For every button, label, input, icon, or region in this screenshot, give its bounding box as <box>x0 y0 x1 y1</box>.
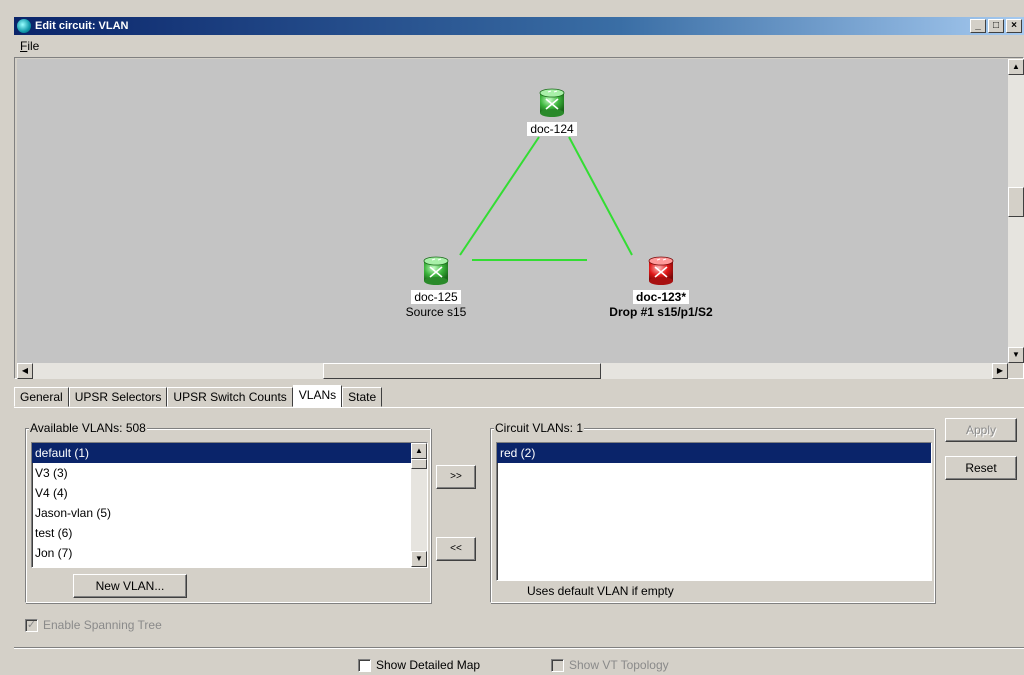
show-detailed-map-checkbox[interactable]: Show Detailed Map <box>358 658 480 672</box>
tab-vlans[interactable]: VLANs <box>292 385 343 408</box>
circuit-map[interactable]: doc-124 doc-125 Source s15 doc-123* Drop… <box>17 59 1008 363</box>
available-vlans-scrollbar[interactable]: ▲ ▼ <box>411 443 427 567</box>
minimize-button[interactable]: _ <box>970 19 986 33</box>
checkbox-label: Enable Spanning Tree <box>43 618 162 632</box>
list-item[interactable]: red (2) <box>497 443 931 463</box>
circuit-vlans-group: Circuit VLANs: 1 red (2) Uses default VL… <box>490 421 935 603</box>
node-label: doc-124 <box>527 122 577 136</box>
list-scroll-thumb[interactable] <box>411 459 427 469</box>
router-icon <box>648 256 674 285</box>
node-sublabel: Source s15 <box>405 305 467 319</box>
circuit-vlans-hint: Uses default VLAN if empty <box>527 584 674 598</box>
tab-strip: General UPSR Selectors UPSR Switch Count… <box>14 385 383 408</box>
node-label: doc-123* <box>632 290 690 304</box>
tab-upsr-selectors[interactable]: UPSR Selectors <box>68 387 168 407</box>
node-label: doc-125 <box>411 290 461 304</box>
router-icon <box>423 256 449 285</box>
scroll-up-button[interactable]: ▲ <box>1008 59 1024 75</box>
list-item[interactable]: Jon (7) <box>32 543 427 563</box>
menu-bar: File <box>14 36 1024 56</box>
window-title: Edit circuit: VLAN <box>35 20 129 32</box>
add-vlan-button[interactable]: >> <box>436 465 476 489</box>
tab-state[interactable]: State <box>342 387 383 407</box>
node-doc-125[interactable]: doc-125 Source s15 <box>381 256 491 320</box>
list-item[interactable]: V3 (3) <box>32 463 427 483</box>
available-vlans-list[interactable]: default (1) V3 (3) V4 (4) Jason-vlan (5)… <box>31 442 428 568</box>
circuit-vlans-list[interactable]: red (2) <box>496 442 932 581</box>
edit-circuit-window: Edit circuit: VLAN _ □ × File doc-124 do… <box>0 0 1024 675</box>
available-vlans-title: Available VLANs: 508 <box>29 421 147 435</box>
scroll-down-button[interactable]: ▼ <box>411 551 427 567</box>
app-icon <box>17 19 31 33</box>
list-item[interactable]: V4 (4) <box>32 483 427 503</box>
list-item[interactable]: Jason-vlan (5) <box>32 503 427 523</box>
scroll-down-button[interactable]: ▼ <box>1008 347 1024 363</box>
node-doc-124[interactable]: doc-124 <box>497 88 607 136</box>
menu-file[interactable]: File <box>14 39 45 53</box>
close-button[interactable]: × <box>1006 19 1022 33</box>
window-controls: _ □ × <box>968 19 1022 33</box>
tab-upsr-switch-counts[interactable]: UPSR Switch Counts <box>167 387 293 407</box>
circuit-vlans-title: Circuit VLANs: 1 <box>494 421 585 435</box>
list-item[interactable]: default (1) <box>32 443 427 463</box>
circuit-map-frame: doc-124 doc-125 Source s15 doc-123* Drop… <box>14 57 1024 379</box>
map-horizontal-scrollbar[interactable]: ◀ ▶ <box>17 363 1008 379</box>
maximize-button[interactable]: □ <box>988 19 1004 33</box>
checkbox-box <box>551 658 564 672</box>
checkbox-box <box>358 658 371 672</box>
node-sublabel: Drop #1 s15/p1/S2 <box>609 305 713 319</box>
checkbox-label: Show Detailed Map <box>376 658 481 672</box>
horizontal-scroll-thumb[interactable] <box>323 363 601 379</box>
scroll-up-button[interactable]: ▲ <box>411 443 427 459</box>
link-doc124-doc123 <box>568 136 633 256</box>
scroll-left-button[interactable]: ◀ <box>17 363 33 379</box>
remove-vlan-button[interactable]: << <box>436 537 476 561</box>
vertical-scroll-thumb[interactable] <box>1008 187 1024 217</box>
bottom-bar: Show Detailed Map Show VT Topology <box>14 647 1024 675</box>
apply-button[interactable]: Apply <box>945 418 1017 442</box>
title-bar[interactable]: Edit circuit: VLAN _ □ × <box>14 17 1024 35</box>
list-item[interactable]: test (6) <box>32 523 427 543</box>
show-vt-topology-checkbox[interactable]: Show VT Topology <box>551 658 669 672</box>
enable-spanning-tree-checkbox[interactable]: ✓ Enable Spanning Tree <box>25 618 162 632</box>
checkbox-box: ✓ <box>25 618 38 632</box>
vlans-panel: Available VLANs: 508 default (1) V3 (3) … <box>14 407 1024 647</box>
map-vertical-scrollbar[interactable]: ▲ ▼ <box>1008 59 1024 363</box>
new-vlan-button[interactable]: New VLAN... <box>73 574 187 598</box>
checkbox-label: Show VT Topology <box>569 658 669 672</box>
link-doc124-doc125 <box>459 136 540 256</box>
router-icon <box>539 88 565 117</box>
tab-general[interactable]: General <box>14 387 69 407</box>
node-doc-123[interactable]: doc-123* Drop #1 s15/p1/S2 <box>591 256 731 320</box>
scroll-right-button[interactable]: ▶ <box>992 363 1008 379</box>
reset-button[interactable]: Reset <box>945 456 1017 480</box>
available-vlans-group: Available VLANs: 508 default (1) V3 (3) … <box>25 421 431 603</box>
